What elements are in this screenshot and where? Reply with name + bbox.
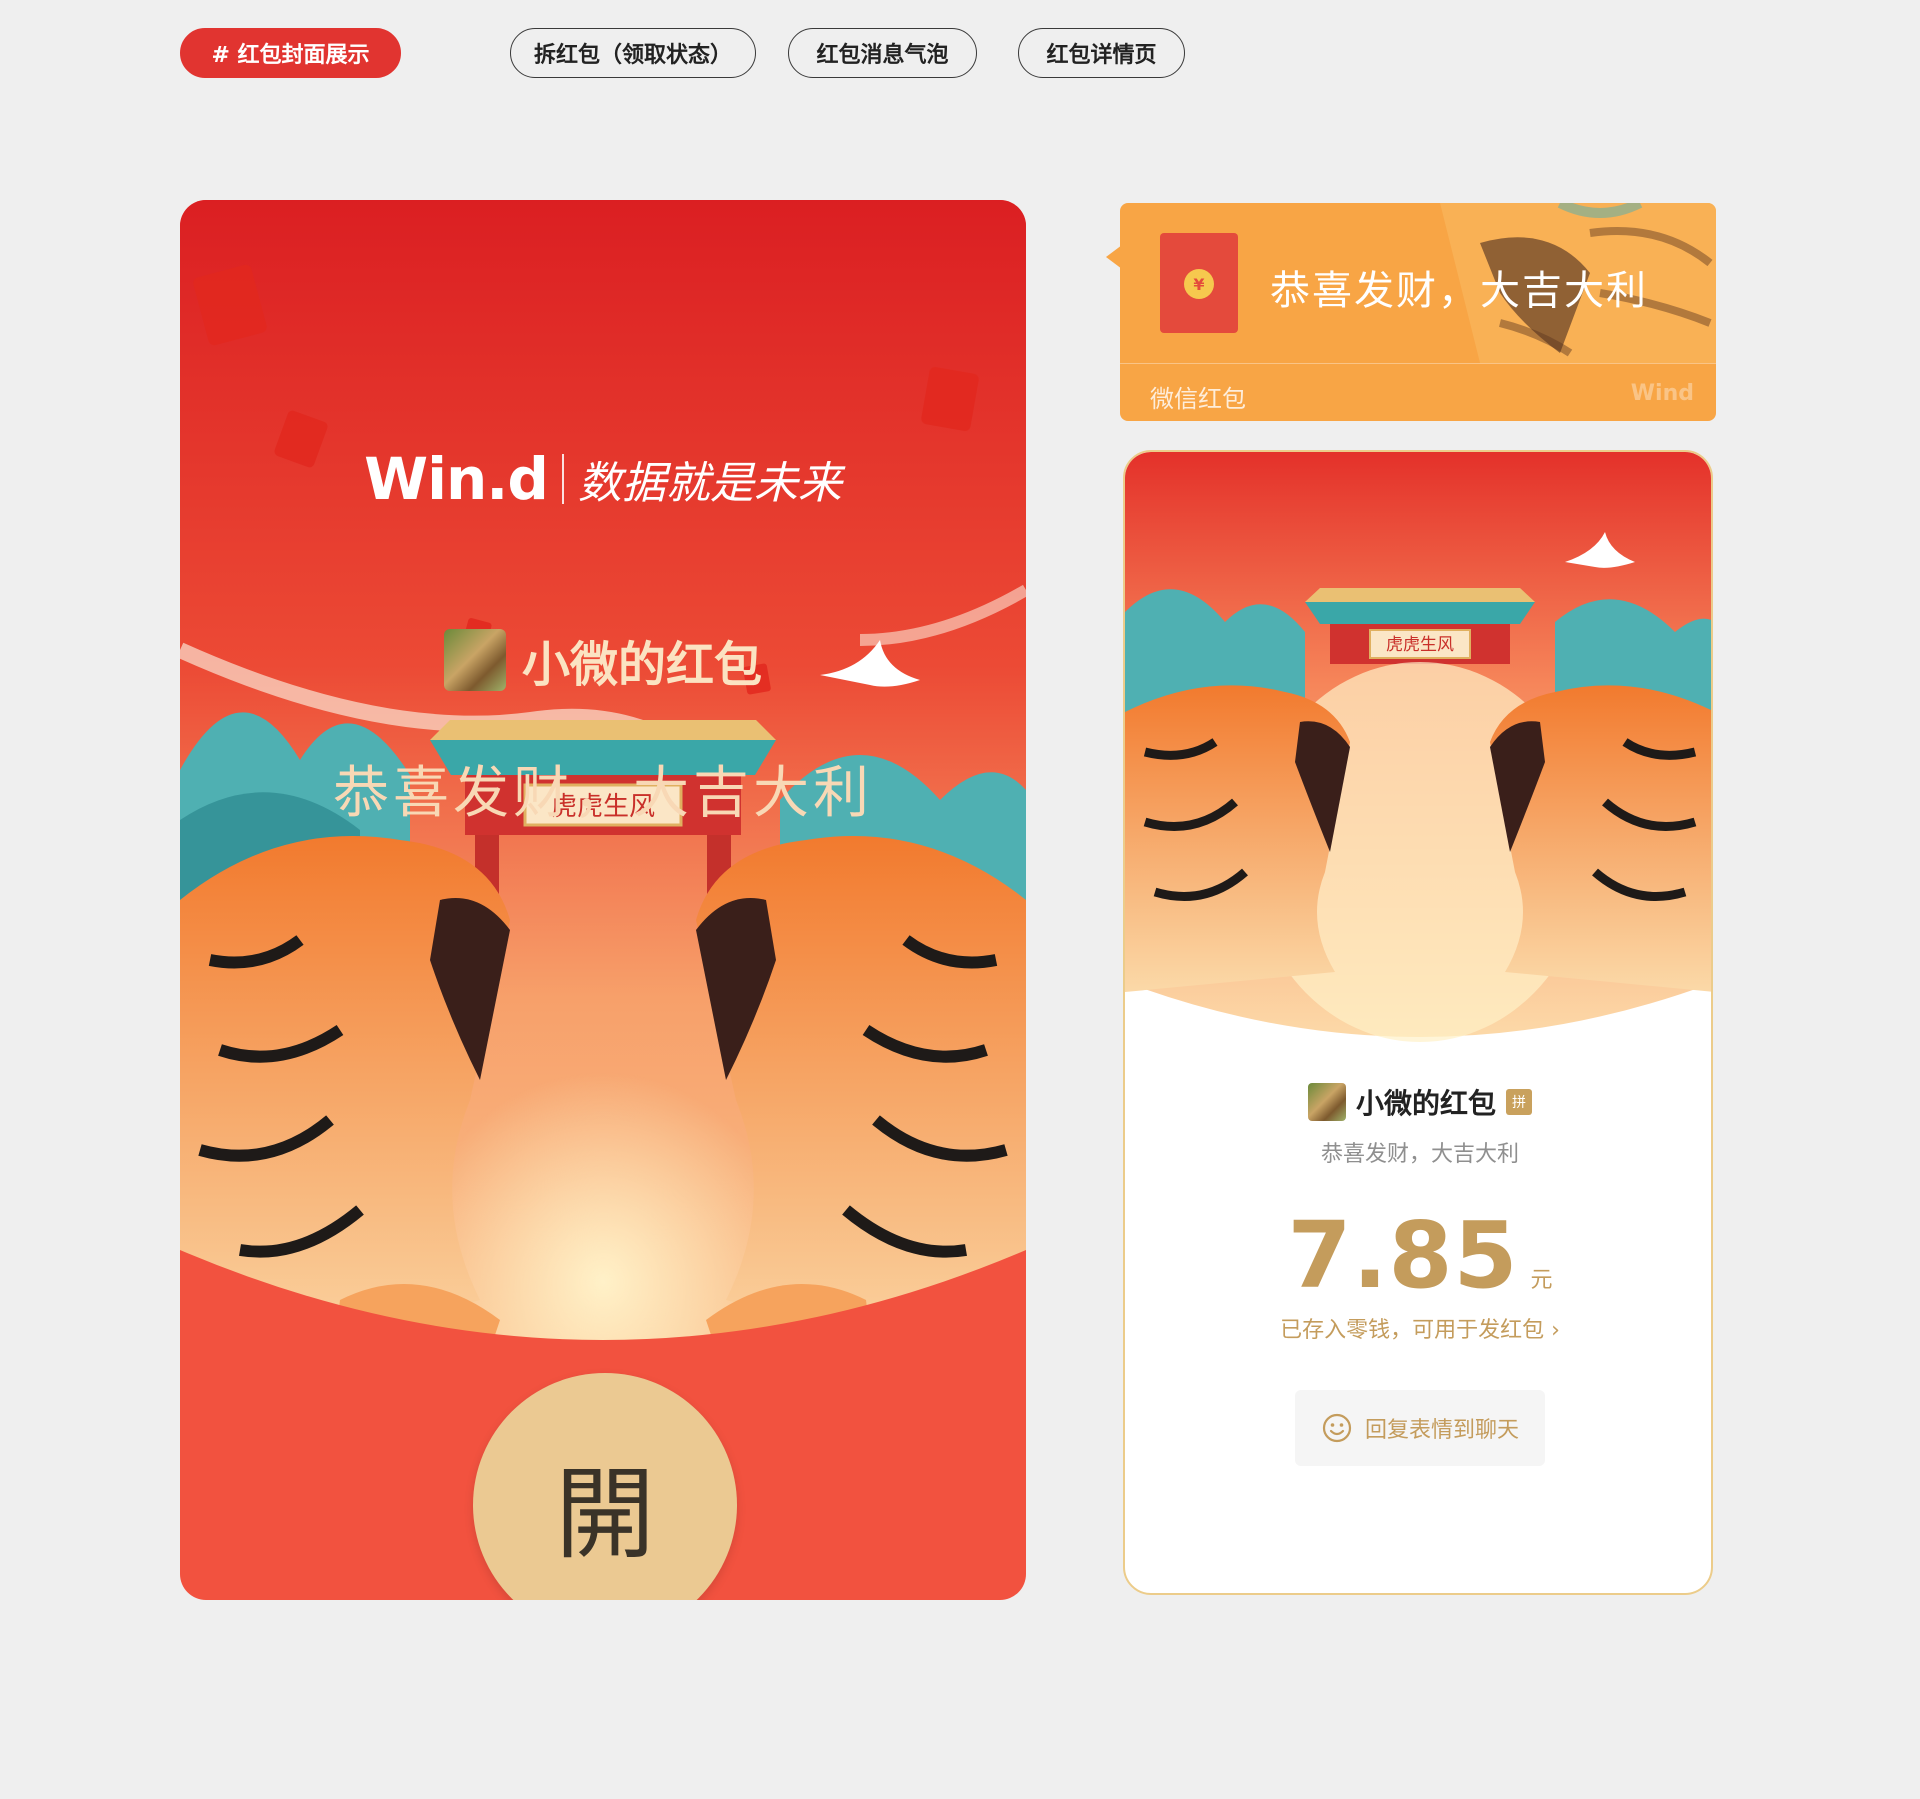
red-envelope-bubble[interactable]: ¥ 恭喜发财，大吉大利 微信红包 Wind — [1120, 203, 1716, 421]
detail-sender-name: 小微的红包 — [1355, 1087, 1496, 1120]
detail-greeting: 恭喜发财，大吉大利 — [1320, 1142, 1519, 1167]
balance-note-link[interactable]: 已存入零钱，可用于发红包 › — [1125, 1312, 1711, 1344]
tiger-left — [1125, 685, 1350, 992]
bubble-label: 微信红包 — [1150, 385, 1246, 413]
amount-row: 7.85 元 — [1125, 1202, 1711, 1309]
red-packet-icon: ¥ — [1160, 233, 1238, 333]
smile-icon — [1322, 1413, 1352, 1443]
red-envelope-detail: 虎虎生风 小微的红包 拼 恭喜发财，大吉大利 7.85 元 已存入零钱，可用于发… — [1123, 450, 1713, 1595]
tab-open-envelope[interactable]: 拆红包（领取状态） — [510, 28, 756, 78]
brand-header: Win.d 数据就是未来 — [180, 445, 1026, 513]
avatar — [1307, 1083, 1346, 1121]
detail-sender-info: 小微的红包 拼 — [1125, 1082, 1711, 1122]
bubble-brand: Wind — [1630, 381, 1694, 406]
tab-bar: # 红包封面展示 拆红包（领取状态） 红包消息气泡 红包详情页 — [0, 0, 1920, 110]
bubble-title: 恭喜发财，大吉大利 — [1270, 268, 1648, 314]
sender-info: 小微的红包 — [180, 625, 1026, 695]
sender-name: 小微的红包 — [521, 637, 762, 693]
cover-illustration: 虎虎生风 — [180, 200, 1026, 1530]
tab-message-bubble[interactable]: 红包消息气泡 — [788, 28, 977, 78]
reply-label: 回复表情到聊天 — [1364, 1418, 1519, 1443]
tiger-right — [1490, 685, 1711, 992]
detail-illustration: 虎虎生风 — [1125, 452, 1711, 1042]
detail-gate-sign: 虎虎生风 — [1386, 635, 1454, 655]
brand-divider — [561, 454, 564, 504]
bubble-divider — [1120, 363, 1716, 364]
amount-unit: 元 — [1530, 1268, 1553, 1293]
tab-detail-page[interactable]: 红包详情页 — [1018, 28, 1185, 78]
amount-value: 7.85 — [1287, 1202, 1519, 1309]
tab-cover-display[interactable]: # 红包封面展示 — [180, 28, 401, 78]
red-envelope-cover: 虎虎生风 Win.d 数据就是未来 小微的红包 恭喜发财，大吉大利 開 — [180, 200, 1026, 1600]
brand-slogan: 数据就是未来 — [577, 458, 842, 509]
avatar — [443, 629, 506, 691]
reply-sticker-button[interactable]: 回复表情到聊天 — [1295, 1390, 1545, 1466]
group-badge: 拼 — [1506, 1089, 1532, 1115]
temple-gate: 虎虎生风 — [1305, 588, 1535, 664]
wind-logo: Win.d — [364, 445, 549, 513]
coin-icon: ¥ — [1184, 269, 1214, 299]
greeting-text: 恭喜发财，大吉大利 — [333, 761, 873, 826]
